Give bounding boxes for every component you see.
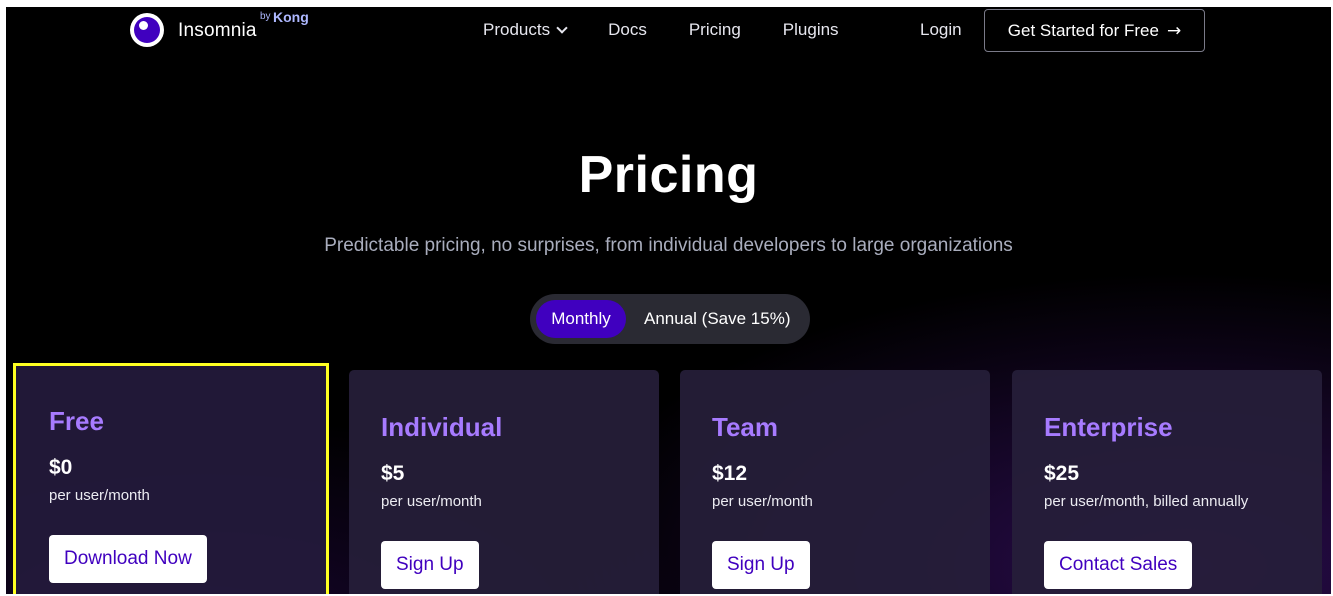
nav-link-products[interactable]: Products — [483, 20, 568, 40]
plan-price: $25 — [1044, 462, 1080, 485]
page-title: Pricing — [578, 146, 759, 204]
toggle-monthly[interactable]: Monthly — [536, 300, 626, 338]
sign-up-button[interactable]: Sign Up — [712, 541, 810, 589]
plan-card-free: Free $0 per user/month Download Now — [13, 363, 329, 594]
plan-period: per user/month — [49, 487, 150, 504]
plan-card-team: Team $12 per user/month Sign Up — [680, 370, 990, 594]
plan-card-individual: Individual $5 per user/month Sign Up — [349, 370, 659, 594]
billing-toggle: Monthly Annual (Save 15%) — [530, 294, 810, 344]
plan-price: $12 — [712, 462, 748, 485]
nav-link-docs[interactable]: Docs — [608, 20, 647, 40]
login-link[interactable]: Login — [920, 20, 962, 40]
insomnia-logo-icon — [130, 13, 164, 47]
plan-name: Free — [49, 406, 104, 436]
nav-link-plugins[interactable]: Plugins — [783, 20, 839, 40]
plan-period: per user/month — [381, 493, 482, 510]
top-nav: Insomnia by Kong Products Docs Pricing P… — [6, 7, 1331, 57]
contact-sales-button[interactable]: Contact Sales — [1044, 541, 1193, 589]
logo-brand-text: Kong — [273, 9, 309, 25]
get-started-label: Get Started for Free — [1007, 20, 1159, 40]
nav-link-label: Products — [483, 20, 551, 39]
plan-price: $0 — [49, 456, 73, 479]
arrow-right-icon: → — [1166, 20, 1182, 41]
get-started-button[interactable]: Get Started for Free → — [984, 9, 1205, 52]
page-frame: Insomnia by Kong Products Docs Pricing P… — [6, 7, 1331, 594]
download-now-button[interactable]: Download Now — [49, 535, 207, 583]
plan-period: per user/month, billed annually — [1044, 493, 1249, 510]
plan-name: Enterprise — [1044, 412, 1173, 442]
logo[interactable]: Insomnia — [130, 13, 257, 47]
plan-price: $5 — [381, 462, 405, 485]
chevron-down-icon — [556, 21, 568, 34]
nav-link-label: Plugins — [782, 20, 839, 39]
plan-name: Individual — [381, 412, 503, 442]
nav-links: Products Docs Pricing Plugins — [483, 20, 881, 40]
nav-link-pricing[interactable]: Pricing — [689, 20, 741, 40]
sign-up-button[interactable]: Sign Up — [381, 541, 479, 589]
nav-link-label: Pricing — [688, 20, 741, 39]
plan-card-enterprise: Enterprise $25 per user/month, billed an… — [1012, 370, 1322, 594]
page-subtitle: Predictable pricing, no surprises, from … — [324, 235, 1013, 256]
toggle-annual[interactable]: Annual (Save 15%) — [644, 309, 790, 329]
plan-name: Team — [712, 412, 778, 442]
logo-text: Insomnia — [178, 20, 257, 41]
plan-period: per user/month — [712, 493, 813, 510]
logo-by-text: by — [260, 11, 271, 22]
nav-link-label: Docs — [608, 20, 647, 39]
